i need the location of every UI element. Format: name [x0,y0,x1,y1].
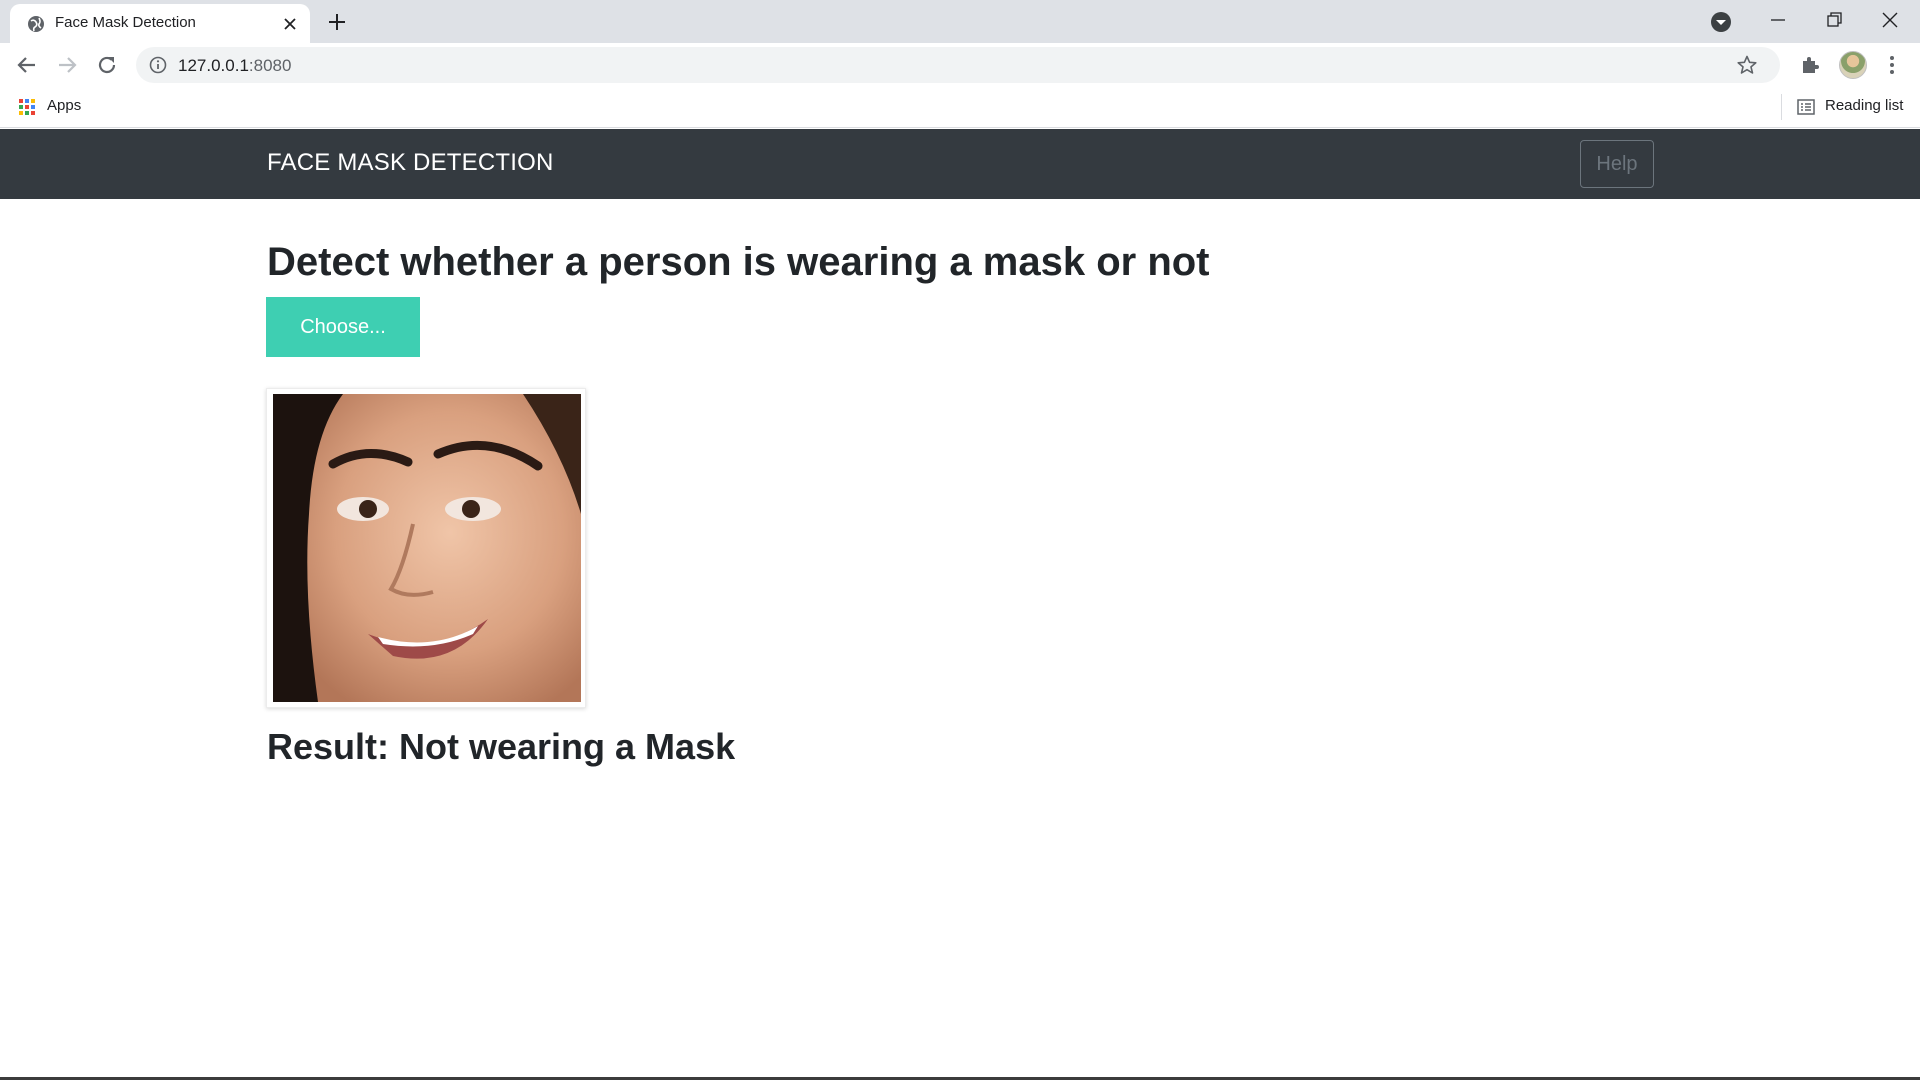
reading-list-label[interactable]: Reading list [1825,97,1903,114]
site-navbar: FACE MASK DETECTION Help [0,129,1920,199]
help-button[interactable]: Help [1580,140,1654,188]
bookmarks-separator [1781,94,1782,120]
maximize-icon[interactable] [1822,8,1846,32]
star-icon[interactable] [1736,54,1758,76]
minimize-icon[interactable] [1766,8,1790,32]
url-text[interactable]: 127.0.0.1:8080 [178,56,291,76]
tab-search-icon[interactable] [1709,10,1733,34]
page-title: Detect whether a person is wearing a mas… [267,240,1210,284]
reading-list-icon[interactable] [1796,97,1816,117]
address-bar[interactable]: 127.0.0.1:8080 [136,47,1780,83]
apps-grid-icon[interactable] [18,98,36,116]
url-port: :8080 [248,56,292,75]
result-text: Result: Not wearing a Mask [267,726,736,767]
back-arrow-icon[interactable] [14,52,40,78]
url-host: 127.0.0.1 [178,56,249,75]
puzzle-icon[interactable] [1799,54,1821,76]
site-brand[interactable]: FACE MASK DETECTION [267,149,554,177]
apps-label[interactable]: Apps [47,97,81,114]
kebab-menu-icon[interactable] [1885,53,1899,77]
tab-title: Face Mask Detection [55,14,196,31]
globe-icon [28,16,44,32]
tab-strip: Face Mask Detection [0,0,1920,43]
bookmarks-bar: Apps Reading list [0,86,1920,128]
browser-toolbar: 127.0.0.1:8080 [0,43,1920,86]
close-icon[interactable] [280,14,300,34]
reload-icon[interactable] [94,52,120,78]
choose-file-button[interactable]: Choose... [266,297,420,357]
uploaded-face-image [273,394,581,702]
forward-arrow-icon[interactable] [54,52,80,78]
info-icon[interactable] [148,55,168,75]
avatar[interactable] [1839,51,1867,79]
window-close-icon[interactable] [1878,8,1902,32]
plus-icon[interactable] [325,10,349,34]
browser-tab[interactable]: Face Mask Detection [10,4,310,43]
uploaded-image-frame [266,388,586,708]
